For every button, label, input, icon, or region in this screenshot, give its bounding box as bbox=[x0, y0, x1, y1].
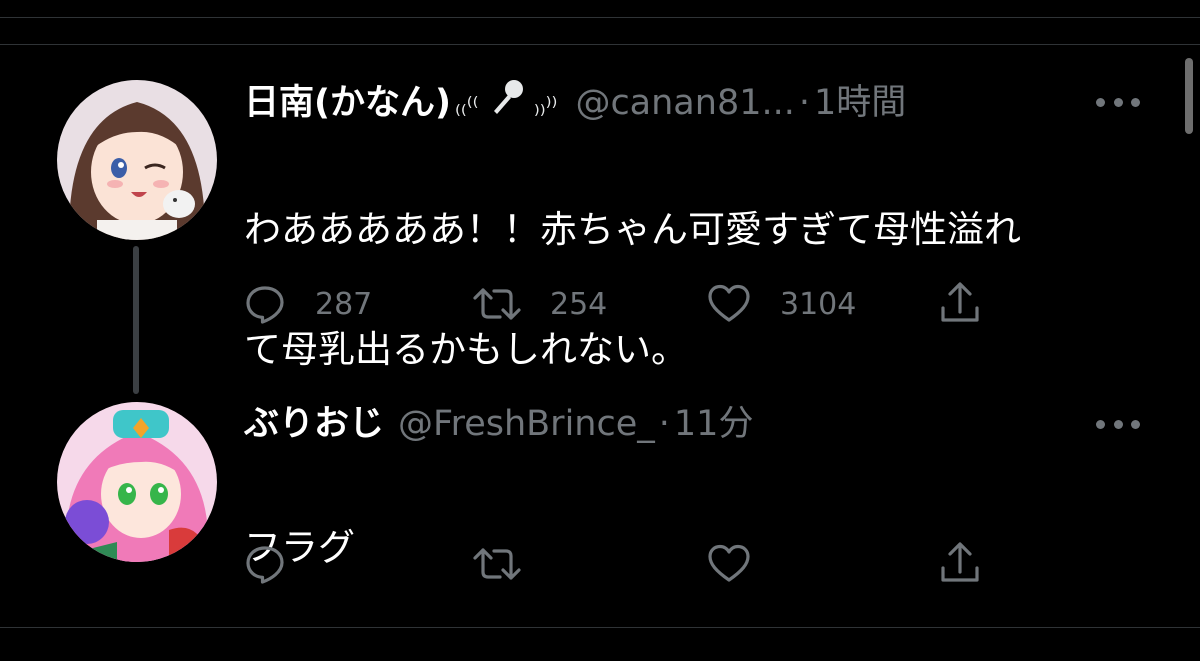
share-button[interactable] bbox=[938, 540, 982, 586]
scrollbar-thumb[interactable] bbox=[1185, 58, 1193, 134]
share-icon bbox=[941, 542, 979, 582]
tweet-text-line: わあああああ！！赤ちゃん可愛すぎて母性溢れ bbox=[244, 208, 1021, 251]
timestamp[interactable]: 1時間 bbox=[814, 81, 906, 125]
reply-icon bbox=[246, 286, 284, 324]
tweet-header: 日南(かなん) ₍₍⁽⁽ ₎₎⁾⁾ @canan81... · 1時間 bbox=[244, 78, 906, 128]
avatar[interactable] bbox=[57, 402, 217, 562]
tweet-text-line: フラグ bbox=[244, 526, 355, 569]
name-decoration: ₍₍⁽⁽ ₎₎⁾⁾ bbox=[455, 78, 557, 128]
like-count: 3104 bbox=[780, 286, 857, 322]
retweet-button[interactable]: 254 bbox=[472, 282, 607, 326]
tweet-text: わあああああ！！赤ちゃん可愛すぎて母性溢れ て母乳出るかもしれない。 bbox=[244, 140, 1124, 440]
handle[interactable]: @FreshBrince_ bbox=[398, 402, 655, 446]
more-options-icon[interactable] bbox=[1096, 96, 1140, 108]
section-divider bbox=[0, 44, 1200, 45]
retweet-icon bbox=[473, 288, 521, 320]
timestamp[interactable]: 11分 bbox=[674, 402, 754, 446]
like-button[interactable] bbox=[706, 542, 752, 586]
separator-dot: · bbox=[798, 83, 810, 123]
separator-dot: · bbox=[658, 404, 670, 444]
thread-connector-line bbox=[133, 246, 139, 394]
reply-count: 287 bbox=[315, 286, 373, 322]
heart-icon bbox=[708, 284, 750, 322]
more-options-icon[interactable] bbox=[1096, 418, 1140, 430]
retweet-count: 254 bbox=[550, 286, 608, 322]
decoration-right: ₎₎⁾⁾ bbox=[533, 92, 558, 120]
share-icon bbox=[941, 282, 979, 322]
reply-icon bbox=[246, 546, 284, 584]
tweet-header: ぶりおじ @FreshBrince_ · 11分 bbox=[244, 402, 753, 446]
like-button[interactable]: 3104 bbox=[706, 282, 856, 326]
tweet-text: フラグ bbox=[244, 458, 1124, 638]
tweet-text-line: て母乳出るかもしれない。 bbox=[244, 328, 688, 371]
display-name[interactable]: 日南(かなん) bbox=[244, 81, 451, 125]
reply-button[interactable]: 287 bbox=[243, 282, 372, 326]
retweet-button[interactable] bbox=[472, 542, 522, 586]
avatar[interactable] bbox=[57, 80, 217, 240]
share-button[interactable] bbox=[938, 280, 982, 326]
decoration-left: ₍₍⁽⁽ bbox=[455, 92, 479, 120]
top-divider bbox=[0, 17, 1200, 18]
microphone-icon bbox=[494, 80, 524, 114]
handle[interactable]: @canan81... bbox=[575, 81, 794, 125]
reply-button[interactable] bbox=[243, 542, 287, 586]
retweet-icon bbox=[473, 548, 521, 580]
display-name[interactable]: ぶりおじ bbox=[244, 402, 384, 446]
heart-icon bbox=[708, 544, 750, 582]
